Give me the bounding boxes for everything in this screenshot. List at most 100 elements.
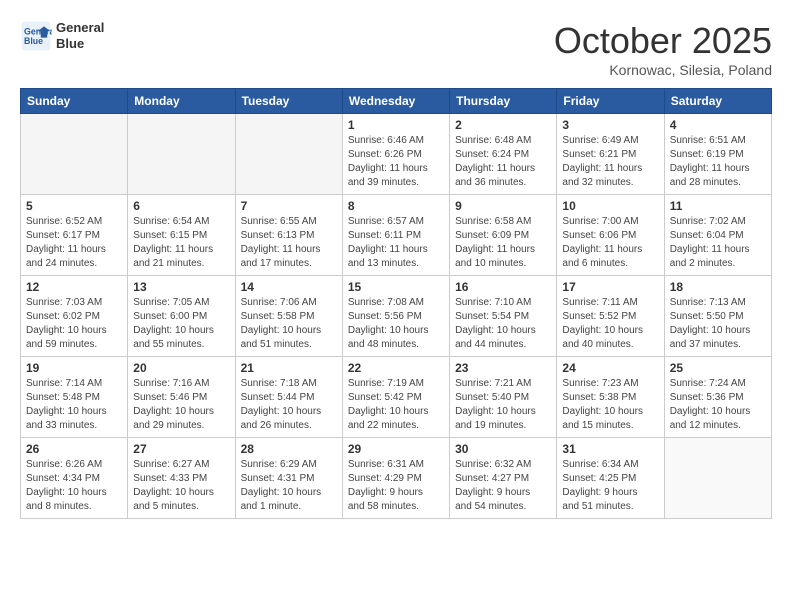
calendar-cell: 9 Sunrise: 6:58 AM Sunset: 6:09 PM Daylig… [450, 195, 557, 276]
day-number: 22 [348, 361, 444, 375]
day-number: 16 [455, 280, 551, 294]
day-number: 15 [348, 280, 444, 294]
day-number: 21 [241, 361, 337, 375]
calendar-cell: 7Sunrise: 6:55 AM Sunset: 6:13 PM Daylig… [235, 195, 342, 276]
day-of-week-header: Thursday [450, 89, 557, 114]
day-number: 14 [241, 280, 337, 294]
calendar-cell [235, 114, 342, 195]
calendar: SundayMondayTuesdayWednesdayThursdayFrid… [20, 88, 772, 519]
calendar-cell: 30 Sunrise: 6:32 AM Sunset: 4:27 PM Dayli… [450, 438, 557, 519]
calendar-week-row: 26Sunrise: 6:26 AM Sunset: 4:34 PM Dayli… [21, 438, 772, 519]
day-info: Sunrise: 7:10 AM Sunset: 5:54 PM Dayligh… [455, 296, 551, 352]
calendar-cell: 26Sunrise: 6:26 AM Sunset: 4:34 PM Dayli… [21, 438, 128, 519]
day-number: 30 [455, 442, 551, 456]
logo: General Blue General Blue [20, 20, 104, 52]
calendar-cell: 14Sunrise: 7:06 AM Sunset: 5:58 PM Dayli… [235, 276, 342, 357]
day-of-week-header: Saturday [664, 89, 771, 114]
calendar-cell: 10 Sunrise: 7:00 AM Sunset: 6:06 PM Dayli… [557, 195, 664, 276]
calendar-header-row: SundayMondayTuesdayWednesdayThursdayFrid… [21, 89, 772, 114]
calendar-cell: 17 Sunrise: 7:11 AM Sunset: 5:52 PM Dayli… [557, 276, 664, 357]
day-number: 31 [562, 442, 658, 456]
day-number: 23 [455, 361, 551, 375]
calendar-cell: 31 Sunrise: 6:34 AM Sunset: 4:25 PM Dayli… [557, 438, 664, 519]
day-number: 8 [348, 199, 444, 213]
day-info: Sunrise: 6:26 AM Sunset: 4:34 PM Dayligh… [26, 458, 122, 514]
day-info: Sunrise: 7:14 AM Sunset: 5:48 PM Dayligh… [26, 377, 122, 433]
day-info: Sunrise: 6:29 AM Sunset: 4:31 PM Dayligh… [241, 458, 337, 514]
calendar-cell: 15 Sunrise: 7:08 AM Sunset: 5:56 PM Dayli… [342, 276, 449, 357]
day-number: 5 [26, 199, 122, 213]
day-info: Sunrise: 7:11 AM Sunset: 5:52 PM Dayligh… [562, 296, 658, 352]
day-info: Sunrise: 7:02 AM Sunset: 6:04 PM Dayligh… [670, 215, 766, 271]
day-of-week-header: Friday [557, 89, 664, 114]
calendar-cell: 8Sunrise: 6:57 AM Sunset: 6:11 PM Daylig… [342, 195, 449, 276]
day-info: Sunrise: 6:32 AM Sunset: 4:27 PM Dayligh… [455, 458, 551, 514]
location: Kornowac, Silesia, Poland [554, 62, 772, 78]
day-info: Sunrise: 7:21 AM Sunset: 5:40 PM Dayligh… [455, 377, 551, 433]
day-info: Sunrise: 7:18 AM Sunset: 5:44 PM Dayligh… [241, 377, 337, 433]
logo-icon: General Blue [20, 20, 52, 52]
calendar-cell: 6Sunrise: 6:54 AM Sunset: 6:15 PM Daylig… [128, 195, 235, 276]
day-number: 13 [133, 280, 229, 294]
day-number: 10 [562, 199, 658, 213]
day-info: Sunrise: 7:24 AM Sunset: 5:36 PM Dayligh… [670, 377, 766, 433]
calendar-cell: 22 Sunrise: 7:19 AM Sunset: 5:42 PM Dayli… [342, 357, 449, 438]
calendar-cell: 25Sunrise: 7:24 AM Sunset: 5:36 PM Dayli… [664, 357, 771, 438]
day-info: Sunrise: 7:00 AM Sunset: 6:06 PM Dayligh… [562, 215, 658, 271]
logo-text: General Blue [56, 20, 104, 51]
calendar-cell: 1 Sunrise: 6:46 AM Sunset: 6:26 PM Daylig… [342, 114, 449, 195]
day-info: Sunrise: 6:46 AM Sunset: 6:26 PM Dayligh… [348, 134, 444, 190]
day-info: Sunrise: 6:58 AM Sunset: 6:09 PM Dayligh… [455, 215, 551, 271]
day-number: 1 [348, 118, 444, 132]
day-number: 12 [26, 280, 122, 294]
day-info: Sunrise: 7:23 AM Sunset: 5:38 PM Dayligh… [562, 377, 658, 433]
day-info: Sunrise: 6:31 AM Sunset: 4:29 PM Dayligh… [348, 458, 444, 514]
calendar-cell [21, 114, 128, 195]
day-info: Sunrise: 7:16 AM Sunset: 5:46 PM Dayligh… [133, 377, 229, 433]
day-number: 9 [455, 199, 551, 213]
calendar-cell: 23 Sunrise: 7:21 AM Sunset: 5:40 PM Dayli… [450, 357, 557, 438]
month-title: October 2025 [554, 20, 772, 62]
day-info: Sunrise: 6:55 AM Sunset: 6:13 PM Dayligh… [241, 215, 337, 271]
day-number: 2 [455, 118, 551, 132]
day-of-week-header: Wednesday [342, 89, 449, 114]
day-info: Sunrise: 6:27 AM Sunset: 4:33 PM Dayligh… [133, 458, 229, 514]
calendar-cell: 18 Sunrise: 7:13 AM Sunset: 5:50 PM Dayli… [664, 276, 771, 357]
calendar-cell [128, 114, 235, 195]
day-number: 6 [133, 199, 229, 213]
day-number: 4 [670, 118, 766, 132]
calendar-week-row: 19Sunrise: 7:14 AM Sunset: 5:48 PM Dayli… [21, 357, 772, 438]
title-block: October 2025 Kornowac, Silesia, Poland [554, 20, 772, 78]
day-number: 18 [670, 280, 766, 294]
calendar-cell [664, 438, 771, 519]
day-info: Sunrise: 6:51 AM Sunset: 6:19 PM Dayligh… [670, 134, 766, 190]
day-info: Sunrise: 7:03 AM Sunset: 6:02 PM Dayligh… [26, 296, 122, 352]
day-info: Sunrise: 7:05 AM Sunset: 6:00 PM Dayligh… [133, 296, 229, 352]
day-number: 27 [133, 442, 229, 456]
calendar-cell: 13 Sunrise: 7:05 AM Sunset: 6:00 PM Dayli… [128, 276, 235, 357]
day-info: Sunrise: 6:52 AM Sunset: 6:17 PM Dayligh… [26, 215, 122, 271]
day-info: Sunrise: 6:48 AM Sunset: 6:24 PM Dayligh… [455, 134, 551, 190]
day-number: 29 [348, 442, 444, 456]
day-info: Sunrise: 7:19 AM Sunset: 5:42 PM Dayligh… [348, 377, 444, 433]
calendar-cell: 19Sunrise: 7:14 AM Sunset: 5:48 PM Dayli… [21, 357, 128, 438]
day-info: Sunrise: 6:34 AM Sunset: 4:25 PM Dayligh… [562, 458, 658, 514]
day-info: Sunrise: 7:13 AM Sunset: 5:50 PM Dayligh… [670, 296, 766, 352]
calendar-cell: 5 Sunrise: 6:52 AM Sunset: 6:17 PM Daylig… [21, 195, 128, 276]
calendar-cell: 3Sunrise: 6:49 AM Sunset: 6:21 PM Daylig… [557, 114, 664, 195]
calendar-week-row: 12 Sunrise: 7:03 AM Sunset: 6:02 PM Dayli… [21, 276, 772, 357]
calendar-cell: 21 Sunrise: 7:18 AM Sunset: 5:44 PM Dayli… [235, 357, 342, 438]
day-number: 28 [241, 442, 337, 456]
day-number: 24 [562, 361, 658, 375]
day-number: 17 [562, 280, 658, 294]
calendar-cell: 4 Sunrise: 6:51 AM Sunset: 6:19 PM Daylig… [664, 114, 771, 195]
day-info: Sunrise: 6:49 AM Sunset: 6:21 PM Dayligh… [562, 134, 658, 190]
calendar-week-row: 1 Sunrise: 6:46 AM Sunset: 6:26 PM Daylig… [21, 114, 772, 195]
calendar-cell: 28 Sunrise: 6:29 AM Sunset: 4:31 PM Dayli… [235, 438, 342, 519]
day-info: Sunrise: 7:08 AM Sunset: 5:56 PM Dayligh… [348, 296, 444, 352]
day-of-week-header: Monday [128, 89, 235, 114]
svg-text:General: General [24, 26, 52, 36]
calendar-cell: 20 Sunrise: 7:16 AM Sunset: 5:46 PM Dayli… [128, 357, 235, 438]
day-number: 20 [133, 361, 229, 375]
calendar-week-row: 5 Sunrise: 6:52 AM Sunset: 6:17 PM Daylig… [21, 195, 772, 276]
